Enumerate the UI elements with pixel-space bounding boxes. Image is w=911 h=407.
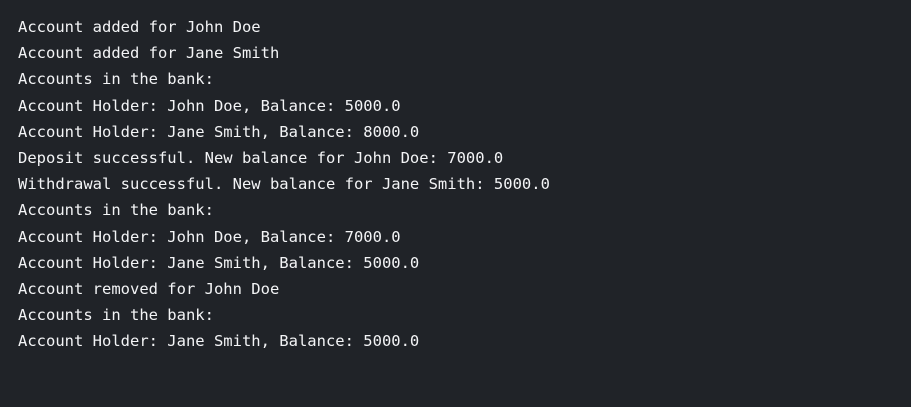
console-output: Account added for John Doe Account added… (0, 0, 911, 407)
output-line: Withdrawal successful. New balance for J… (18, 175, 550, 194)
output-line: Accounts in the bank: (18, 306, 214, 325)
output-line: Account Holder: Jane Smith, Balance: 500… (18, 253, 420, 272)
output-line: Accounts in the bank: (18, 70, 214, 89)
output-line: Account added for John Doe (18, 18, 261, 36)
output-line: Deposit successful. New balance for John… (18, 148, 504, 167)
output-line: Account Holder: John Doe, Balance: 7000.… (18, 227, 401, 246)
output-line: Account Holder: John Doe, Balance: 5000.… (18, 96, 401, 115)
output-line: Account added for Jane Smith (18, 44, 280, 63)
output-line: Account Holder: Jane Smith, Balance: 800… (18, 122, 420, 141)
output-line: Accounts in the bank: (18, 201, 214, 220)
output-line: Account removed for John Doe (18, 279, 280, 298)
output-line: Account Holder: Jane Smith, Balance: 500… (18, 332, 420, 351)
